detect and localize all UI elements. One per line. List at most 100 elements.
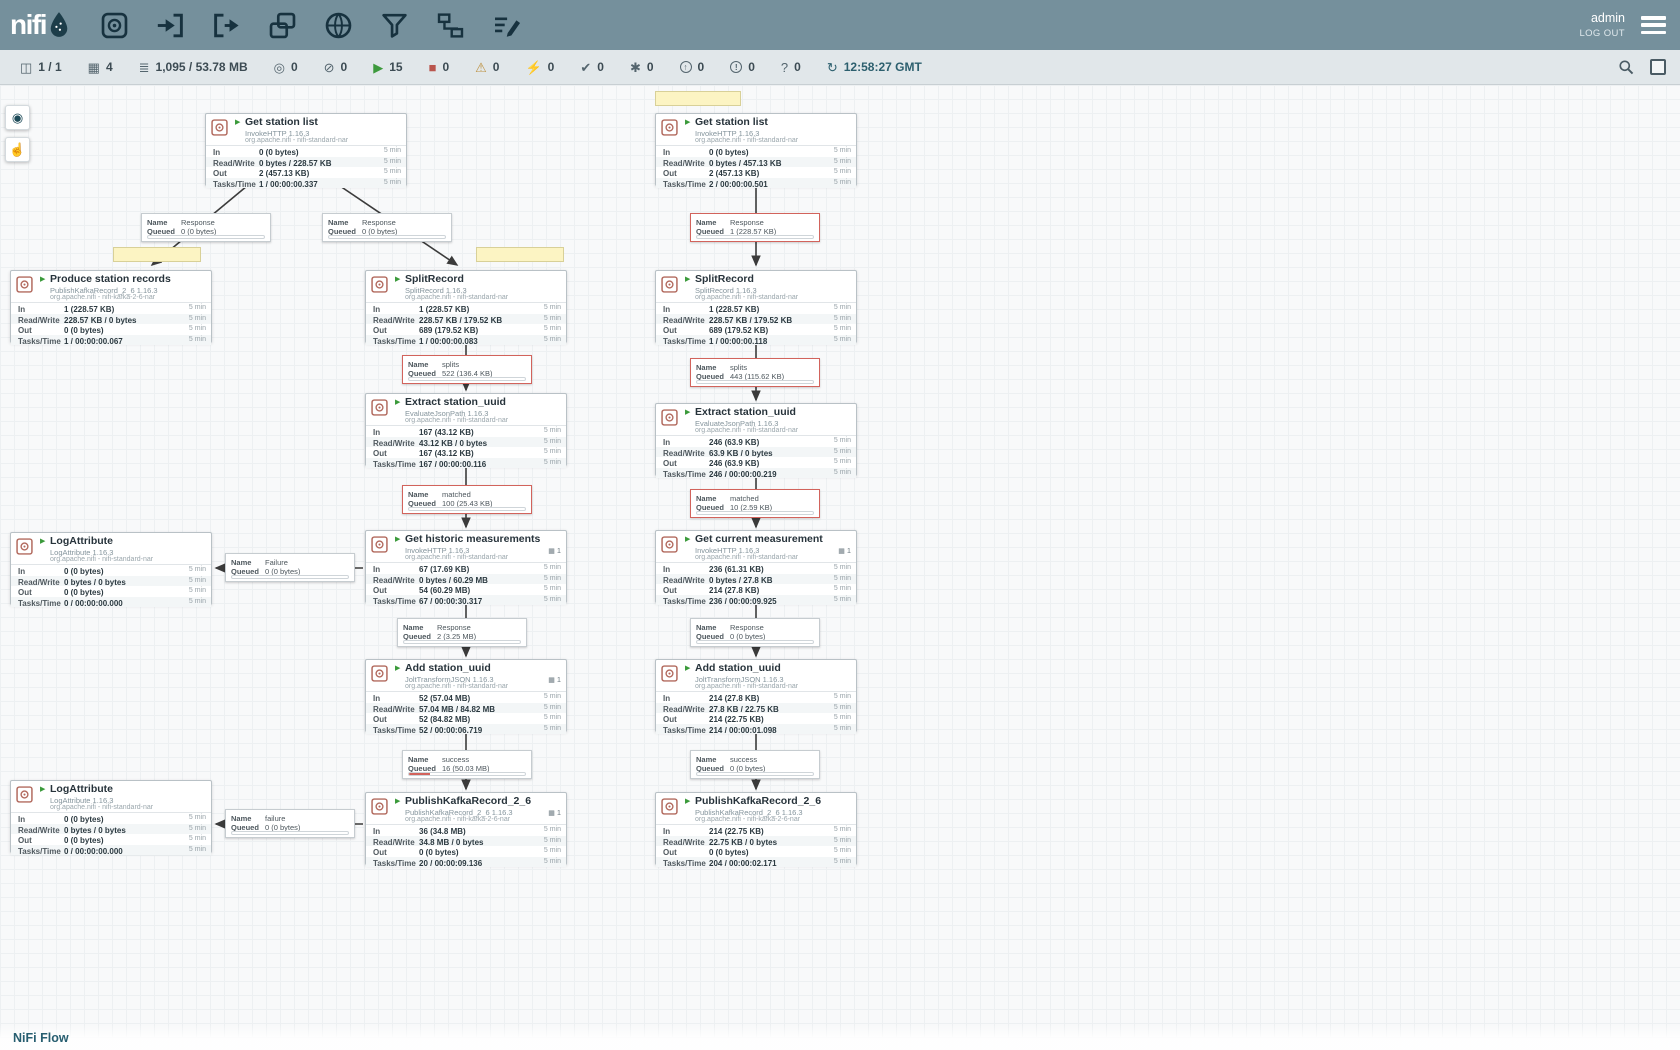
status-icon: ✱ — [630, 61, 641, 74]
connection-label[interactable]: Namesuccess Queued0 (0 bytes) — [690, 750, 820, 779]
navigate-palette-button[interactable]: ◉ — [5, 105, 30, 130]
canvas-label[interactable] — [655, 91, 741, 106]
nifi-drop-icon — [48, 11, 70, 39]
processor[interactable]: ▶ PublishKafkaRecord_2_6 PublishKafkaRec… — [655, 792, 857, 865]
template-tool-icon[interactable] — [436, 11, 465, 40]
process-group-tool-icon[interactable] — [268, 11, 297, 40]
connection-name-row: NameResponse — [691, 619, 819, 629]
thread-badge-icon: ▦ — [548, 810, 555, 817]
processor[interactable]: ▶ Get historic measurements InvokeHTTP 1… — [365, 530, 567, 603]
processor-bundle: org.apache.nifi - nifi-standard-nar — [405, 294, 508, 301]
connection-name-row: NameResponse — [398, 619, 526, 629]
stat-row-tasks-time: Tasks/Time0 / 00:00:00.0005 min — [11, 597, 211, 608]
breadcrumb[interactable]: NiFi Flow — [13, 1031, 69, 1045]
processor-gear-icon — [371, 276, 388, 293]
stat-row-out: Out54 (60.29 MB)5 min — [366, 584, 566, 595]
stat-row-out: Out2 (457.13 KB)5 min — [206, 167, 406, 178]
queue-capacity-fill — [409, 773, 430, 775]
processor[interactable]: ▶ Add station_uuid JoltTransformJSON 1.1… — [655, 659, 857, 732]
nifi-logo: nifi — [0, 9, 86, 41]
canvas-label[interactable] — [476, 247, 564, 262]
header-right: admin LOG OUT — [1579, 11, 1680, 39]
stat-row-read-write: Read/Write22.75 KB / 0 bytes5 min — [656, 836, 856, 847]
processor[interactable]: ▶ SplitRecord SplitRecord 1.16.3 org.apa… — [655, 270, 857, 343]
label-tool-icon[interactable] — [492, 11, 521, 40]
remote-process-group-tool-icon[interactable] — [324, 11, 353, 40]
stat-row-tasks-time: Tasks/Time1 / 00:00:00.3375 min — [206, 178, 406, 189]
status-icon: ■ — [429, 61, 437, 74]
processor-bundle: org.apache.nifi - nifi-standard-nar — [405, 683, 508, 690]
processor[interactable]: ▶ Get station list InvokeHTTP 1.16.3 org… — [205, 113, 407, 186]
connection-label[interactable]: Namematched Queued100 (25.43 KB) — [402, 485, 532, 514]
connection-name-row: NameResponse — [142, 214, 270, 224]
queue-capacity-bar — [696, 640, 814, 644]
stat-row-read-write: Read/Write0 bytes / 60.29 MB5 min — [366, 574, 566, 585]
thread-badge-icon: ▦ — [548, 548, 555, 555]
logout-link[interactable]: LOG OUT — [1579, 28, 1625, 39]
stat-row-read-write: Read/Write0 bytes / 0 bytes5 min — [11, 824, 211, 835]
stat-row-out: Out214 (27.8 KB)5 min — [656, 584, 856, 595]
connection-label[interactable]: NameResponse Queued0 (0 bytes) — [141, 213, 271, 242]
processor[interactable]: ▶ Produce station records PublishKafkaRe… — [10, 270, 212, 343]
processor-name: Get current measurement — [695, 533, 823, 545]
output-port-tool-icon[interactable] — [212, 11, 241, 40]
search-icon[interactable] — [1617, 58, 1635, 76]
stat-row-in: In0 (0 bytes)5 min — [206, 146, 406, 157]
processor[interactable]: ▶ Extract station_uuid EvaluateJsonPath … — [655, 403, 857, 476]
processor[interactable]: ▶ SplitRecord SplitRecord 1.16.3 org.apa… — [365, 270, 567, 343]
status-item-disabled: ⚡ 0 — [525, 60, 554, 74]
status-value: 0 — [442, 60, 449, 74]
connection-label[interactable]: Namematched Queued10 (2.59 KB) — [690, 489, 820, 518]
queue-capacity-bar — [696, 380, 814, 384]
panel-toggle-icon[interactable] — [1650, 59, 1666, 75]
status-value: 4 — [106, 60, 113, 74]
connection-label[interactable]: NameResponse Queued2 (3.25 MB) — [397, 618, 527, 647]
queue-capacity-bar — [408, 772, 526, 776]
run-status-icon: ▶ — [395, 797, 400, 805]
processor[interactable]: ▶ PublishKafkaRecord_2_6 PublishKafkaRec… — [365, 792, 567, 865]
status-icon: ✔ — [580, 61, 591, 74]
processor-name: LogAttribute — [50, 535, 113, 547]
connection-label[interactable]: Namesplits Queued443 (115.62 KB) — [690, 358, 820, 387]
processor[interactable]: ▶ Get current measurement InvokeHTTP 1.1… — [655, 530, 857, 603]
canvas-label[interactable] — [113, 247, 201, 262]
connection-label[interactable]: Namesuccess Queued16 (50.03 MB) — [402, 750, 532, 779]
processor-name: Get station list — [245, 116, 318, 128]
connection-label[interactable]: NameResponse Queued0 (0 bytes) — [322, 213, 452, 242]
input-port-tool-icon[interactable] — [156, 11, 185, 40]
flow-canvas[interactable]: NameResponse Queued0 (0 bytes) NameRespo… — [0, 85, 1680, 1050]
funnel-tool-icon[interactable] — [380, 11, 409, 40]
status-value: 1 / 1 — [38, 60, 61, 74]
processor[interactable]: ▶ Add station_uuid JoltTransformJSON 1.1… — [365, 659, 567, 732]
stat-row-tasks-time: Tasks/Time214 / 00:00:01.0985 min — [656, 724, 856, 735]
connection-name-row: NameResponse — [691, 214, 819, 224]
stat-row-read-write: Read/Write228.57 KB / 179.52 KB5 min — [366, 314, 566, 325]
run-status-icon: ▶ — [395, 398, 400, 406]
connection-label[interactable]: NameFailure Queued0 (0 bytes) — [225, 553, 355, 582]
status-icon: ◎ — [274, 61, 285, 74]
operate-palette-button[interactable]: ☝ — [5, 137, 30, 162]
processor-gear-icon — [661, 409, 678, 426]
processor[interactable]: ▶ LogAttribute LogAttribute 1.16.3 org.a… — [10, 780, 212, 853]
connection-label[interactable]: Namefailure Queued0 (0 bytes) — [225, 809, 355, 838]
queue-capacity-bar — [231, 575, 349, 579]
connection-queued-row: Queued2 (3.25 MB) — [398, 629, 526, 639]
processor[interactable]: ▶ LogAttribute LogAttribute 1.16.3 org.a… — [10, 532, 212, 605]
processor-gear-icon — [661, 276, 678, 293]
stat-row-in: In214 (22.75 KB)5 min — [656, 825, 856, 836]
processor-gear-icon — [661, 665, 678, 682]
connection-label[interactable]: NameResponse Queued0 (0 bytes) — [690, 618, 820, 647]
connection-label[interactable]: Namesplits Queued522 (136.4 KB) — [402, 355, 532, 384]
run-status-icon: ▶ — [685, 664, 690, 672]
connection-name-row: Namematched — [691, 490, 819, 500]
stat-row-tasks-time: Tasks/Time1 / 00:00:00.0835 min — [366, 335, 566, 346]
connection-label[interactable]: NameResponse Queued1 (228.57 KB) — [690, 213, 820, 242]
processor[interactable]: ▶ Get station list InvokeHTTP 1.16.3 org… — [655, 113, 857, 186]
stat-row-read-write: Read/Write228.57 KB / 0 bytes5 min — [11, 314, 211, 325]
processor[interactable]: ▶ Extract station_uuid EvaluateJsonPath … — [365, 393, 567, 466]
global-menu-button[interactable] — [1641, 16, 1666, 34]
connection-queued-row: Queued443 (115.62 KB) — [691, 369, 819, 379]
processor-tool-icon[interactable] — [100, 11, 129, 40]
stat-row-tasks-time: Tasks/Time246 / 00:00:00.2195 min — [656, 468, 856, 479]
processor-stats: In52 (57.04 MB)5 min Read/Write57.04 MB … — [366, 691, 566, 734]
